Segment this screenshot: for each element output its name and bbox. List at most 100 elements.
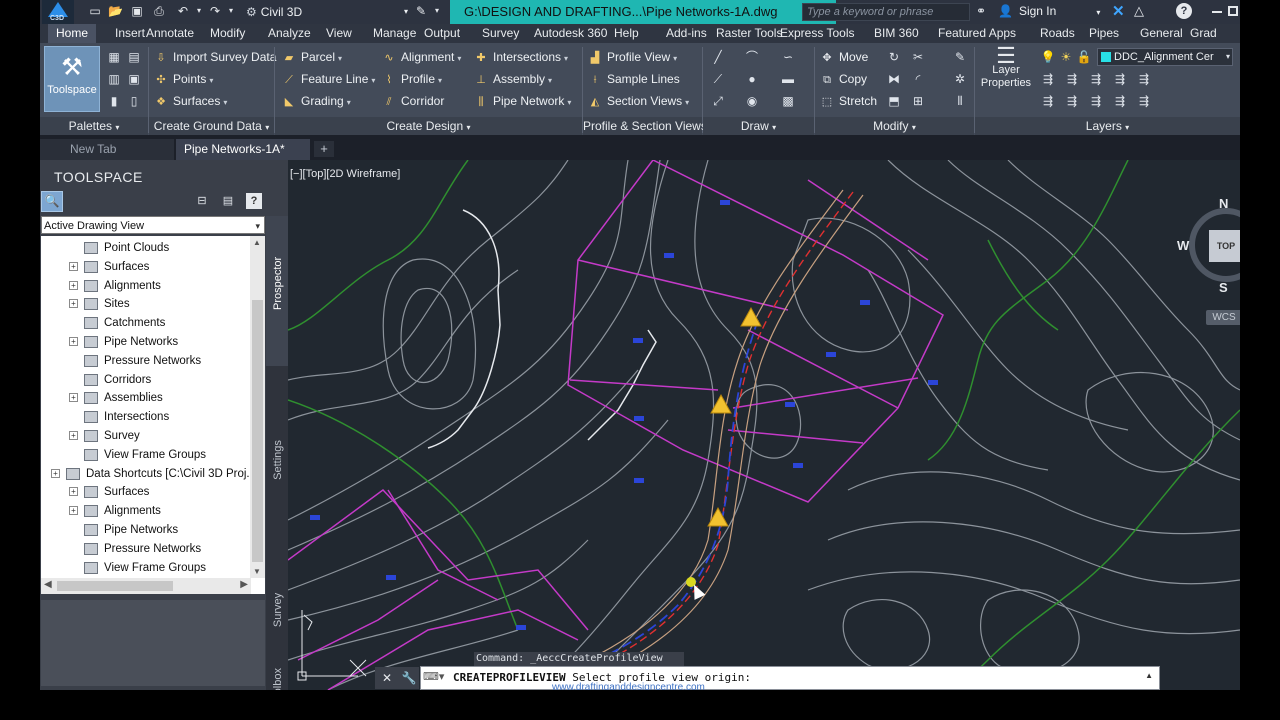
tab-grad[interactable]: Grad — [1190, 24, 1217, 43]
feature-line-button[interactable]: ⟋ Feature Line ▾ — [282, 69, 375, 89]
mirror-icon[interactable]: ⧓ — [886, 71, 902, 87]
command-line-settings-icon[interactable]: 🔧 — [399, 667, 419, 689]
scale-icon[interactable]: ⬒ — [886, 93, 902, 109]
side-tab-settings[interactable]: Settings — [266, 386, 288, 536]
tab-analyze[interactable]: Analyze — [268, 24, 311, 43]
erase-icon[interactable]: ✎ — [952, 49, 968, 65]
tab-roads[interactable]: Roads — [1040, 24, 1075, 43]
close-command-line-icon[interactable]: ✕ — [375, 667, 399, 689]
tab-insert[interactable]: Insert — [115, 24, 145, 43]
profile-button[interactable]: ⌇ Profile ▾ — [382, 69, 442, 89]
rectangle-icon[interactable]: ▬ — [780, 71, 796, 87]
viewport-controls[interactable]: [−][Top][2D Wireframe] — [290, 168, 400, 180]
expand-icon[interactable]: + — [69, 280, 78, 290]
assembly-button[interactable]: ⊥ Assembly ▾ — [474, 69, 552, 89]
warning-icon[interactable] — [740, 306, 762, 327]
layer-previous-icon[interactable]: ⇶ — [1064, 71, 1080, 87]
redo-icon[interactable]: ↷ — [208, 4, 222, 18]
panel-label-layers[interactable]: Layers ▾ — [975, 117, 1240, 135]
rotate-icon[interactable]: ↻ — [886, 49, 902, 65]
stretch-button[interactable]: ⬚ Stretch — [820, 91, 877, 111]
undo-icon[interactable]: ↶ — [176, 4, 190, 18]
minimize-icon[interactable] — [1212, 11, 1222, 13]
tab-express-tools[interactable]: Express Tools — [780, 24, 854, 43]
drawing-area[interactable]: [−][Top][2D Wireframe] N W S TOP WCS Com… — [288, 160, 1240, 690]
viewcube-north[interactable]: N — [1219, 196, 1228, 211]
points-button[interactable]: ✣ Points ▾ — [154, 69, 213, 89]
intersections-button[interactable]: ✚ Intersections ▾ — [474, 47, 568, 67]
tree-item[interactable]: + Data Shortcuts [C:\Civil 3D Proj... — [51, 465, 256, 483]
plot-icon[interactable]: ✎ — [414, 4, 428, 18]
tree-item[interactable]: Pipe Networks — [84, 521, 178, 539]
wcs-menu[interactable]: WCS — [1206, 310, 1240, 325]
copy-button[interactable]: ⧉ Copy — [820, 69, 867, 89]
tree-item[interactable]: + Surfaces — [69, 483, 149, 501]
tab-pipes[interactable]: Pipes — [1089, 24, 1119, 43]
tab-annotate[interactable]: Annotate — [146, 24, 194, 43]
layer-panel-icon[interactable]: ▯ — [126, 93, 142, 109]
viewcube-west[interactable]: W — [1177, 238, 1189, 253]
tree-item[interactable]: Pressure Networks — [84, 352, 201, 370]
tab-pipe-networks-1a[interactable]: Pipe Networks-1A* — [176, 139, 310, 160]
tree-horizontal-scrollbar[interactable]: ◀ ▶ — [41, 578, 251, 594]
hatch-icon[interactable]: ▩ — [780, 93, 796, 109]
toolbox-icon[interactable]: ▣ — [126, 71, 142, 87]
profile-view-button[interactable]: ▟ Profile View ▾ — [588, 47, 677, 67]
design-center-icon[interactable]: ▮ — [106, 93, 122, 109]
new-file-icon[interactable]: ▭ — [88, 4, 102, 18]
tree-item[interactable]: View Frame Groups — [84, 559, 206, 577]
array-icon[interactable]: ⊞ — [910, 93, 926, 109]
drawing-canvas[interactable] — [288, 160, 1240, 690]
viewcube-south[interactable]: S — [1219, 280, 1228, 295]
binoculars-icon[interactable]: ⚭ — [976, 4, 986, 18]
side-tab-prospector[interactable]: Prospector — [266, 216, 288, 366]
exchange-apps-icon[interactable]: ✕ — [1112, 2, 1125, 20]
layer-isolate-icon[interactable]: ⇶ — [1088, 71, 1104, 87]
add-tab-button[interactable]: + — [314, 141, 334, 157]
toolspace-options-icon[interactable]: ⊟ — [194, 193, 210, 209]
tree-vertical-scrollbar[interactable]: ▲ ▼ — [250, 236, 265, 578]
alignment-button[interactable]: ∿ Alignment ▾ — [382, 47, 461, 67]
move-button[interactable]: ✥ Move — [820, 47, 868, 67]
panel-label-modify[interactable]: Modify ▾ — [815, 117, 974, 135]
print-icon[interactable]: ⎙ — [152, 4, 166, 18]
line-icon[interactable]: ╱ — [710, 49, 726, 65]
app-logo[interactable]: C3D — [42, 0, 74, 24]
panel-label-create-ground-data[interactable]: Create Ground Data ▾ — [149, 117, 274, 135]
current-layer-select[interactable]: DDC_Alignment Cer — [1097, 48, 1233, 66]
surfaces-button[interactable]: ❖ Surfaces ▾ — [154, 91, 227, 111]
expand-icon[interactable]: + — [69, 393, 78, 403]
tab-modify[interactable]: Modify — [210, 24, 245, 43]
tab-manage[interactable]: Manage — [373, 24, 416, 43]
layer-walk-icon[interactable]: ⇶ — [1064, 93, 1080, 109]
layer-freeze-icon[interactable]: ⇶ — [1136, 71, 1152, 87]
tab-autodesk-360[interactable]: Autodesk 360 — [534, 24, 607, 43]
tree-item[interactable]: Catchments — [84, 314, 165, 332]
tab-add-ins[interactable]: Add-ins — [666, 24, 707, 43]
toolspace-search-icon[interactable]: 🔍 — [41, 191, 63, 212]
scroll-thumb[interactable] — [252, 300, 263, 562]
tree-item[interactable]: + Surfaces — [69, 258, 149, 276]
maximize-icon[interactable] — [1228, 6, 1238, 16]
parcel-button[interactable]: ▰ Parcel ▾ — [282, 47, 342, 67]
fillet-icon[interactable]: ◜ — [910, 71, 926, 87]
tree-item[interactable]: Corridors — [84, 371, 151, 389]
ellipse-icon[interactable]: ◉ — [744, 93, 760, 109]
layer-merge-icon[interactable]: ⇶ — [1088, 93, 1104, 109]
tree-item[interactable]: + Alignments — [69, 277, 161, 295]
command-history-toggle-icon[interactable]: ▲ — [1145, 671, 1153, 680]
expand-icon[interactable]: + — [69, 261, 78, 271]
tree-item[interactable]: + Pipe Networks — [69, 333, 178, 351]
viewcube-top-face[interactable]: TOP — [1209, 230, 1240, 262]
tab-output[interactable]: Output — [424, 24, 460, 43]
toolspace-help-icon[interactable]: ? — [246, 193, 262, 209]
corridor-button[interactable]: ⫽ Corridor — [382, 91, 445, 111]
help-icon[interactable]: ? — [1176, 3, 1192, 19]
expand-icon[interactable]: + — [69, 337, 78, 346]
tree-item[interactable]: + Assemblies — [69, 389, 163, 407]
undo-dropdown-icon[interactable]: ▾ — [192, 4, 206, 18]
circle-icon[interactable]: ● — [744, 71, 760, 87]
command-line[interactable]: ✕ 🔧 ⌨▾ CREATEPROFILEVIEW Select profile … — [375, 666, 1160, 690]
panorama-icon[interactable]: ▤ — [126, 49, 142, 65]
expand-icon[interactable]: + — [69, 299, 78, 309]
